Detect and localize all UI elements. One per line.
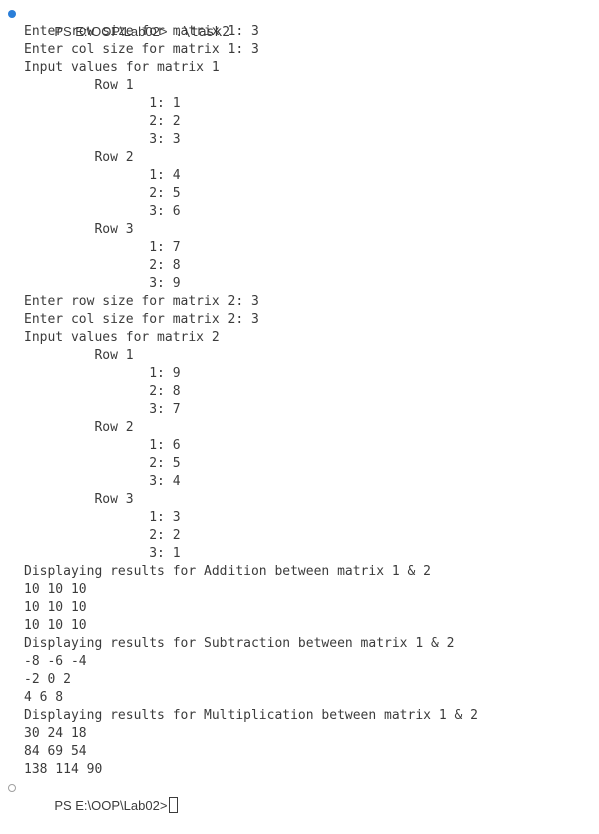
command-success-dot-icon[interactable] [8,10,16,18]
output-line: 30 24 18 [24,726,87,741]
output-line: Input values for matrix 2 [24,330,220,345]
output-line: 4 6 8 [24,690,64,705]
output-line: Enter col size for matrix 1: 3 [24,42,259,57]
terminal-output: PS E:\OOP\Lab02> .\task2 Enter row size … [0,5,599,813]
output-line: 10 10 10 [24,600,87,615]
output-line: Enter row size for matrix 2: 3 [24,294,259,309]
output-line: 2: 2 [24,528,181,543]
output-line: 3: 1 [24,546,181,561]
last-prompt-line[interactable]: PS E:\OOP\Lab02> [0,779,599,813]
output-line: 1: 9 [24,366,181,381]
output-line: 1: 6 [24,438,181,453]
output-line: 2: 8 [24,384,181,399]
output-line: 3: 7 [24,402,181,417]
output-line: 3: 3 [24,132,181,147]
output-line: 10 10 10 [24,618,87,633]
output-line: -2 0 2 [24,672,71,687]
output-line: Enter row size for matrix 1: 3 [24,24,259,39]
first-prompt-line: PS E:\OOP\Lab02> .\task2 [0,5,599,40]
command-idle-dot-icon [8,784,16,792]
output-line: 2: 8 [24,258,181,273]
output-line: 138 114 90 [24,762,103,777]
output-line: Row 3 [24,222,134,237]
output-line: 1: 1 [24,96,181,111]
output-line: Displaying results for Subtraction betwe… [24,636,455,651]
output-block: Enter row size for matrix 1: 3 Enter col … [0,23,599,779]
output-line: Row 3 [24,492,134,507]
output-line: 1: 4 [24,168,181,183]
output-line: 1: 7 [24,240,181,255]
output-line: 3: 6 [24,204,181,219]
output-line: Input values for matrix 1 [24,60,220,75]
output-line: 3: 9 [24,276,181,291]
output-line: 3: 4 [24,474,181,489]
output-line: Row 2 [24,150,134,165]
output-line: 2: 2 [24,114,181,129]
output-line: 1: 3 [24,510,181,525]
output-line: Displaying results for Multiplication be… [24,708,478,723]
output-line: Row 2 [24,420,134,435]
output-line: 84 69 54 [24,744,87,759]
output-line: 2: 5 [24,456,181,471]
output-line: 10 10 10 [24,582,87,597]
output-line: Enter col size for matrix 2: 3 [24,312,259,327]
output-line: -8 -6 -4 [24,654,87,669]
text-cursor [169,797,179,813]
prompt-path: PS E:\OOP\Lab02> [54,798,168,813]
output-line: Row 1 [24,348,134,363]
output-line: 2: 5 [24,186,181,201]
output-line: Row 1 [24,78,134,93]
output-line: Displaying results for Addition between … [24,564,431,579]
